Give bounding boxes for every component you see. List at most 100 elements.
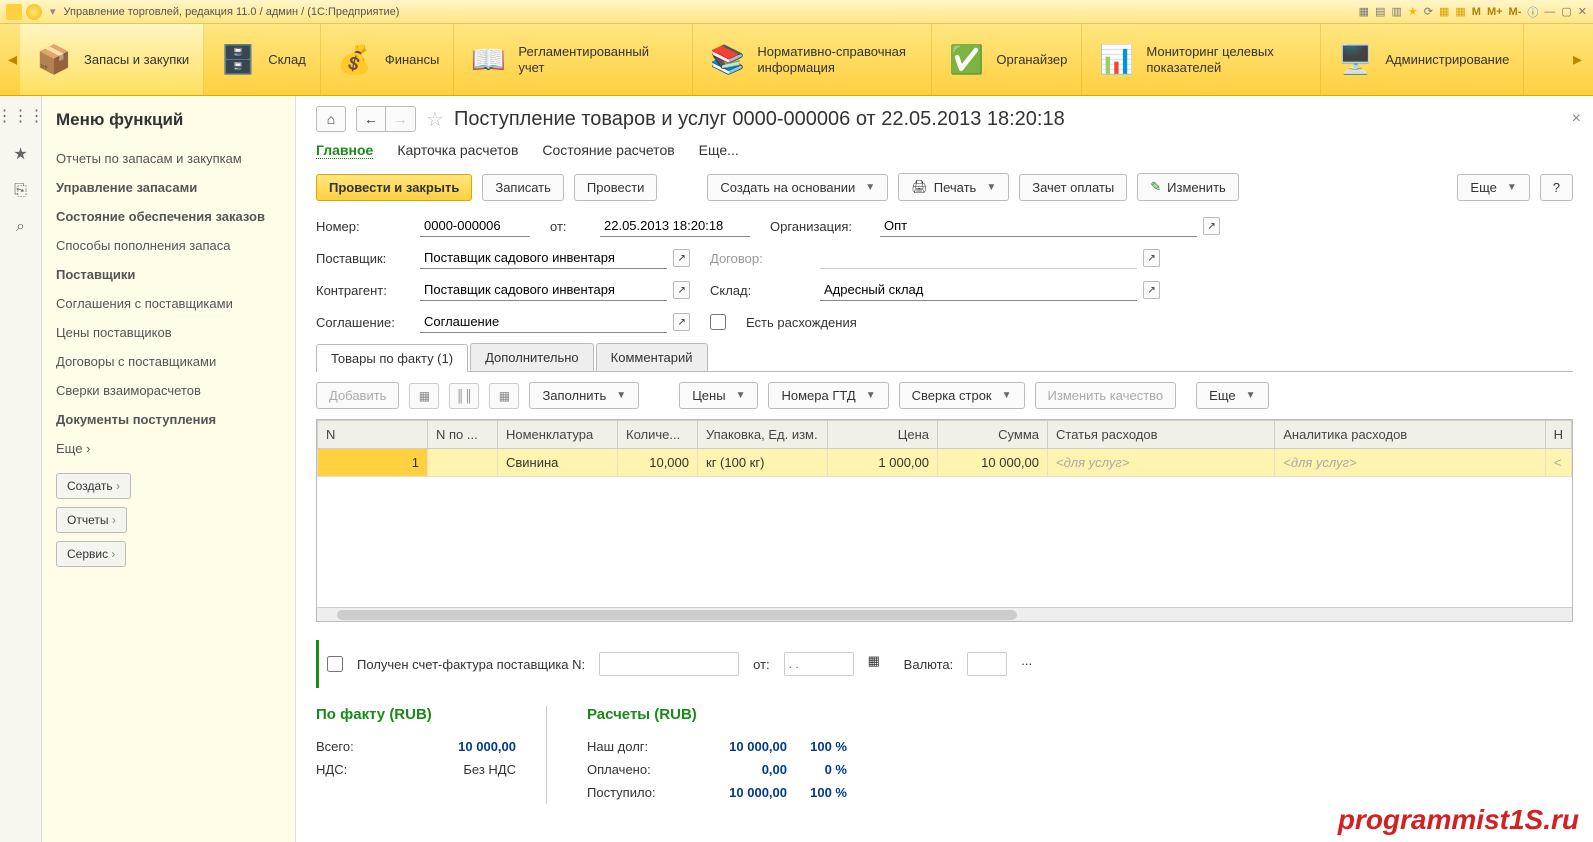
- sidebar-item[interactable]: Отчеты по запасам и закупкам: [56, 144, 281, 173]
- open-icon[interactable]: ↗: [673, 281, 690, 299]
- help-button[interactable]: ?: [1540, 174, 1573, 201]
- tool-icon[interactable]: ⟳: [1424, 5, 1433, 18]
- back-button[interactable]: ←: [356, 106, 386, 132]
- tool-icon[interactable]: ▥: [1391, 5, 1401, 18]
- ribbon-right-icon[interactable]: ▸: [1573, 49, 1585, 70]
- fill-button[interactable]: Заполнить▼: [529, 382, 639, 409]
- help-icon[interactable]: ⓘ: [1527, 4, 1538, 20]
- reports-button[interactable]: Отчеты: [56, 507, 127, 533]
- offset-button[interactable]: Зачет оплаты: [1019, 174, 1127, 201]
- ribbon-section-regulated[interactable]: 📖Регламентированный учет: [454, 24, 693, 95]
- tab-main[interactable]: Главное: [316, 142, 373, 159]
- invoice-number-input[interactable]: [599, 652, 739, 676]
- table-row[interactable]: 1 Свинина 10,000 кг (100 кг) 1 000,00 10…: [318, 449, 1572, 477]
- col-npo[interactable]: N по ...: [428, 421, 498, 449]
- grid-icon-button[interactable]: ▦: [489, 383, 519, 409]
- maximize-icon[interactable]: ▢: [1561, 5, 1571, 18]
- mplus-button[interactable]: M+: [1487, 6, 1503, 18]
- apps-icon[interactable]: ⋮⋮⋮: [0, 106, 45, 126]
- org-input[interactable]: [880, 215, 1197, 237]
- col-pack[interactable]: Упаковка, Ед. изм.: [698, 421, 828, 449]
- sidebar-item[interactable]: Цены поставщиков: [56, 318, 281, 347]
- favorite-icon[interactable]: ★: [13, 144, 27, 164]
- discrep-checkbox[interactable]: [710, 314, 726, 330]
- tab-extra[interactable]: Дополнительно: [470, 343, 594, 371]
- open-icon[interactable]: ↗: [673, 249, 690, 267]
- mminus-button[interactable]: M-: [1509, 6, 1522, 18]
- number-input[interactable]: [420, 215, 530, 237]
- sidebar-item[interactable]: Состояние обеспечения заказов: [56, 202, 281, 231]
- col-price[interactable]: Цена: [828, 421, 938, 449]
- quality-button[interactable]: Изменить качество: [1035, 382, 1177, 409]
- grid-more-button[interactable]: Еще▼: [1196, 382, 1268, 409]
- open-icon[interactable]: ↗: [1143, 249, 1160, 267]
- currency-input[interactable]: [967, 652, 1007, 676]
- ribbon-section-monitoring[interactable]: 📊Мониторинг целевых показателей: [1082, 24, 1321, 95]
- warehouse-input[interactable]: [820, 279, 1137, 301]
- post-close-button[interactable]: Провести и закрыть: [316, 174, 472, 201]
- tab-more[interactable]: Еще...: [699, 142, 739, 159]
- ribbon-section-finance[interactable]: 💰Финансы: [321, 24, 455, 95]
- calendar-icon[interactable]: ▦: [1455, 5, 1465, 18]
- open-icon[interactable]: ↗: [1143, 281, 1160, 299]
- open-icon[interactable]: ↗: [1203, 217, 1220, 235]
- favorite-toggle-icon[interactable]: ☆: [426, 107, 444, 132]
- gtd-button[interactable]: Номера ГТД▼: [768, 382, 888, 409]
- close-icon[interactable]: ✕: [1578, 5, 1587, 18]
- col-anal[interactable]: Аналитика расходов: [1275, 421, 1545, 449]
- star-icon[interactable]: ★: [1408, 5, 1418, 18]
- ribbon-section-organizer[interactable]: ✅Органайзер: [932, 24, 1082, 95]
- edit-button[interactable]: ✎Изменить: [1137, 173, 1239, 201]
- col-qty[interactable]: Количе...: [618, 421, 698, 449]
- tool-icon[interactable]: ▦: [1359, 5, 1369, 18]
- grid-icon-button[interactable]: ▦: [409, 383, 439, 409]
- prices-button[interactable]: Цены▼: [679, 382, 758, 409]
- goods-grid[interactable]: N N по ... Номенклатура Количе... Упаков…: [316, 419, 1573, 622]
- minimize-icon[interactable]: —: [1544, 6, 1555, 18]
- ribbon-section-stock[interactable]: 📦Запасы и закупки: [20, 24, 204, 95]
- add-button[interactable]: Добавить: [316, 382, 399, 409]
- clipboard-icon[interactable]: ⎘: [14, 182, 27, 200]
- barcode-icon[interactable]: ║║: [449, 383, 479, 409]
- invoice-checkbox[interactable]: [327, 656, 343, 672]
- service-button[interactable]: Сервис: [56, 541, 126, 567]
- col-nomen[interactable]: Номенклатура: [498, 421, 618, 449]
- tool-icon[interactable]: ▤: [1375, 5, 1385, 18]
- col-exp[interactable]: Статья расходов: [1048, 421, 1275, 449]
- col-sum[interactable]: Сумма: [938, 421, 1048, 449]
- sidebar-item-more[interactable]: Еще ›: [56, 434, 281, 463]
- calc-icon[interactable]: ▦: [1439, 5, 1449, 18]
- home-button[interactable]: ⌂: [316, 106, 346, 132]
- search-icon[interactable]: ⌕: [16, 218, 25, 236]
- col-h[interactable]: Н: [1545, 421, 1571, 449]
- open-icon[interactable]: ↗: [673, 313, 690, 331]
- counter-input[interactable]: [420, 279, 667, 301]
- col-n[interactable]: N: [318, 421, 428, 449]
- sidebar-item[interactable]: Сверки взаиморасчетов: [56, 376, 281, 405]
- invoice-date-input[interactable]: [784, 652, 854, 676]
- currency-select-icon[interactable]: ...: [1021, 653, 1043, 675]
- sidebar-item[interactable]: Договоры с поставщиками: [56, 347, 281, 376]
- ribbon-section-warehouse[interactable]: 🗄️Склад: [204, 24, 321, 95]
- write-button[interactable]: Записать: [482, 174, 564, 201]
- more-button[interactable]: Еще▼: [1457, 174, 1529, 201]
- round-icon[interactable]: [26, 4, 42, 20]
- sidebar-item[interactable]: Способы пополнения запаса: [56, 231, 281, 260]
- ribbon-section-admin[interactable]: 🖥️Администрирование: [1321, 24, 1524, 95]
- from-input[interactable]: [600, 215, 750, 237]
- calendar-icon[interactable]: ▦: [868, 653, 890, 675]
- m-button[interactable]: M: [1472, 6, 1481, 18]
- tab-comment[interactable]: Комментарий: [596, 343, 708, 371]
- sidebar-item[interactable]: Поставщики: [56, 260, 281, 289]
- agreement-input[interactable]: [420, 311, 667, 333]
- post-button[interactable]: Провести: [574, 174, 658, 201]
- tab-state[interactable]: Состояние расчетов: [542, 142, 674, 159]
- supplier-input[interactable]: [420, 247, 667, 269]
- dropdown-icon[interactable]: ▾: [50, 5, 56, 18]
- horizontal-scrollbar[interactable]: [317, 607, 1572, 621]
- reconcile-button[interactable]: Сверка строк▼: [899, 382, 1025, 409]
- sidebar-item[interactable]: Документы поступления: [56, 405, 281, 434]
- sidebar-item[interactable]: Соглашения с поставщиками: [56, 289, 281, 318]
- forward-button[interactable]: →: [386, 106, 416, 132]
- print-button[interactable]: 🖨Печать▼: [898, 173, 1009, 201]
